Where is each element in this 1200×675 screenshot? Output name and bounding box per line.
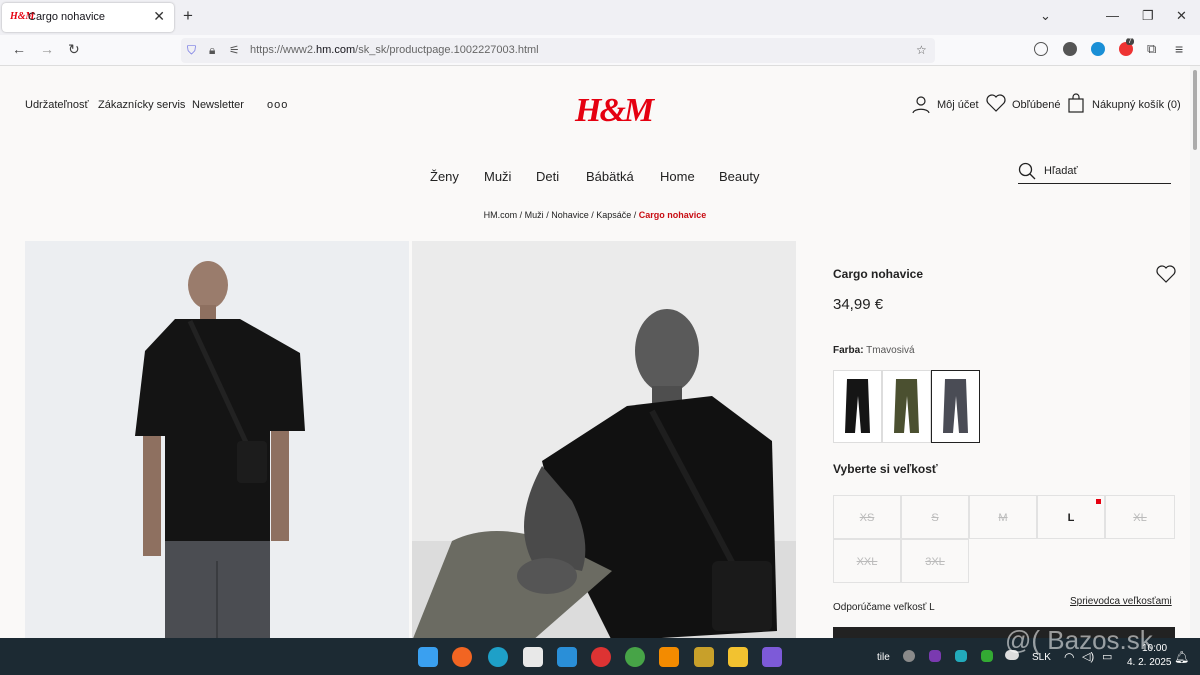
vlc-icon[interactable]: [659, 647, 679, 667]
breadcrumb-trousers[interactable]: Nohavice: [551, 210, 589, 220]
file-explorer-icon[interactable]: [728, 647, 748, 667]
restore-icon[interactable]: ❐: [1142, 8, 1154, 24]
my-account-link[interactable]: Môj účet: [937, 99, 979, 111]
size-title: Vyberte si veľkosť: [833, 462, 938, 476]
shield-icon[interactable]: ⛉: [187, 43, 196, 58]
extension-badge: 7: [1126, 38, 1134, 45]
nav-item-kids[interactable]: Deti: [536, 169, 559, 184]
breadcrumb-hm[interactable]: HM.com: [484, 210, 518, 220]
app-green-icon[interactable]: [625, 647, 645, 667]
account-icon[interactable]: [1063, 42, 1077, 56]
app-purple-icon[interactable]: [762, 647, 782, 667]
size-s[interactable]: S: [901, 495, 969, 539]
add-to-favorites-heart-icon[interactable]: [1156, 265, 1176, 283]
shopping-bag-icon[interactable]: [1067, 93, 1085, 113]
minimize-icon[interactable]: —: [1106, 8, 1119, 23]
tab-title: Cargo nohavice: [28, 11, 106, 23]
link-customer-service[interactable]: Zákaznícky servis: [98, 99, 185, 111]
favorites-link[interactable]: Obľúbené: [1012, 99, 1060, 111]
nav-item-women[interactable]: Ženy: [430, 169, 459, 184]
link-sustainability[interactable]: Udržateľnosť: [25, 99, 89, 111]
breadcrumb: HM.com / Muži / Nohavice / Kapsáče / Car…: [483, 210, 707, 220]
nav-item-beauty[interactable]: Beauty: [719, 169, 759, 184]
search-icon: [1018, 162, 1036, 180]
heart-icon[interactable]: [986, 94, 1006, 112]
new-tab-icon[interactable]: +: [183, 6, 193, 26]
user-icon[interactable]: [911, 94, 931, 114]
url-text: https://www2.hm.com/sk_sk/productpage.10…: [250, 44, 539, 56]
scrollbar-thumb[interactable]: [1193, 70, 1197, 150]
size-xl[interactable]: XL: [1105, 495, 1175, 539]
forward-icon[interactable]: →: [40, 41, 54, 57]
size-l-label: L: [1067, 512, 1075, 524]
skype-icon[interactable]: [903, 650, 915, 662]
browser-tab[interactable]: H&M Cargo nohavice ✕: [2, 3, 174, 32]
clock-date[interactable]: 4. 2. 2025: [1127, 657, 1171, 668]
low-stock-indicator: [1096, 499, 1101, 504]
permissions-icon[interactable]: ⚟: [229, 43, 240, 57]
product-price: 34,99 €: [833, 296, 884, 313]
swatch-dark-grey[interactable]: [931, 370, 980, 443]
more-links-icon[interactable]: ooo: [267, 99, 288, 111]
extensions-puzzle-icon[interactable]: ⧉: [1147, 41, 1156, 57]
window-close-icon[interactable]: ✕: [1176, 8, 1187, 24]
tab-list-chevron-icon[interactable]: ⌄: [1040, 8, 1051, 24]
app-red-icon[interactable]: [591, 647, 611, 667]
hm-logo[interactable]: H&M: [575, 92, 654, 130]
web-page: Udržateľnosť Zákaznícky servis Newslette…: [0, 66, 1190, 638]
link-newsletter[interactable]: Newsletter: [192, 99, 244, 111]
swatch-khaki[interactable]: [882, 370, 931, 443]
breadcrumb-men[interactable]: Muži: [525, 210, 544, 220]
edge-icon[interactable]: [488, 647, 508, 667]
app-icon[interactable]: [557, 647, 577, 667]
product-photo-sitting[interactable]: [412, 241, 796, 638]
pocket-icon[interactable]: [1034, 42, 1048, 56]
size-xxl[interactable]: XXL: [833, 539, 901, 583]
back-icon[interactable]: ←: [12, 41, 26, 57]
product-name: Cargo nohavice: [833, 267, 924, 281]
extension-icon[interactable]: [1091, 42, 1105, 56]
product-photo-front[interactable]: [25, 241, 409, 638]
bookmark-star-icon[interactable]: ☆: [916, 43, 927, 57]
page-scrollbar[interactable]: [1190, 66, 1200, 638]
reload-icon[interactable]: ↻: [68, 41, 80, 58]
nav-item-baby[interactable]: Bábätká: [586, 169, 634, 184]
breadcrumb-cargo[interactable]: Kapsáče: [596, 210, 631, 220]
store-icon[interactable]: [523, 647, 543, 667]
size-xs[interactable]: XS: [833, 495, 901, 539]
swatch-black[interactable]: [833, 370, 882, 443]
menu-icon[interactable]: ≡: [1175, 41, 1183, 57]
lock-icon[interactable]: 🔒︎: [209, 43, 215, 58]
nav-item-men[interactable]: Muži: [484, 169, 511, 184]
notification-bell-icon[interactable]: 🔔︎: [1174, 650, 1189, 664]
size-guide-link[interactable]: Sprievodca veľkosťami: [1070, 596, 1172, 607]
color-label: Farba: Tmavosivá: [833, 345, 915, 356]
app-tool-icon[interactable]: [694, 647, 714, 667]
search-placeholder: Hľadať: [1044, 165, 1078, 177]
onenote-icon[interactable]: [929, 650, 941, 662]
browser-tab-bar: H&M Cargo nohavice ✕ + ⌄ — ❐ ✕: [0, 0, 1200, 35]
size-l[interactable]: L: [1037, 495, 1105, 539]
color-value: Tmavosivá: [866, 345, 915, 356]
windows-start-icon[interactable]: [418, 647, 438, 667]
size-recommendation: Odporúčame veľkosť L: [833, 602, 935, 613]
nav-item-home[interactable]: Home: [660, 169, 695, 184]
defender-icon[interactable]: [981, 650, 993, 662]
size-m[interactable]: M: [969, 495, 1037, 539]
close-tab-icon[interactable]: ✕: [153, 8, 165, 25]
tray-app-icon[interactable]: [955, 650, 967, 662]
url-bar[interactable]: ⛉ 🔒︎ ⚟ https://www2.hm.com/sk_sk/product…: [181, 38, 935, 63]
taskbar-lang-text: tile: [877, 652, 890, 663]
bazos-watermark: @( Bazos.sk: [1005, 625, 1153, 655]
firefox-icon[interactable]: [452, 647, 472, 667]
breadcrumb-current: Cargo nohavice: [638, 210, 707, 220]
search-input[interactable]: Hľadať: [1018, 160, 1171, 184]
browser-nav-bar: ← → ↻ ⛉ 🔒︎ ⚟ https://www2.hm.com/sk_sk/p…: [0, 35, 1200, 66]
cart-link[interactable]: Nákupný košík (0): [1092, 99, 1181, 111]
size-3xl[interactable]: 3XL: [901, 539, 969, 583]
